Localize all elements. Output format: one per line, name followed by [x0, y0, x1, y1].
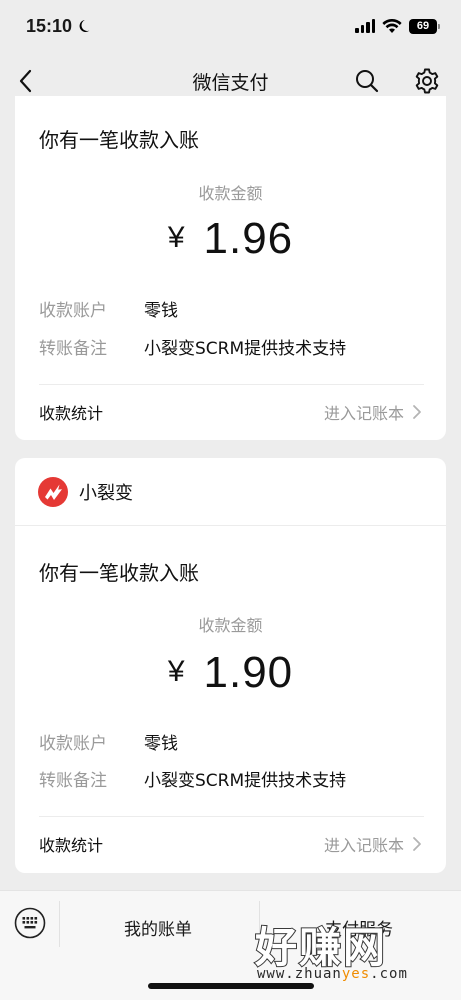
- status-indicators: 69: [355, 18, 440, 34]
- account-value: 零钱: [144, 734, 178, 754]
- payment-card-2[interactable]: 小裂变 你有一笔收款入账 收款金额 ¥1.90 收款账户 零钱 转账备注 小裂变…: [15, 458, 446, 873]
- watermark-url-highlight: yes: [341, 966, 371, 982]
- ledger-link[interactable]: 进入记账本: [324, 832, 422, 856]
- ledger-link[interactable]: 进入记账本: [324, 400, 422, 424]
- watermark-url-prefix: www.zhuan: [257, 966, 342, 982]
- currency-symbol: ¥: [167, 655, 186, 688]
- amount-number: 1.96: [203, 214, 294, 263]
- moon-icon: [79, 20, 90, 32]
- wechat-pay-screen: 15:10 69 微信支付 你有一笔收款入账 收款金额 ¥ 1.96 收款账户 …: [0, 0, 461, 1000]
- status-time: 15:10: [26, 16, 94, 37]
- wifi-icon: [382, 18, 402, 33]
- message-title: 你有一笔收款入账: [39, 128, 199, 152]
- battery-level: 69: [416, 19, 430, 32]
- gear-icon[interactable]: [413, 67, 441, 95]
- divider: [39, 384, 424, 385]
- time-text: 15:10: [26, 15, 73, 36]
- brand-logo-icon: [38, 476, 68, 507]
- message-title: 你有一笔收款入账: [39, 561, 199, 585]
- battery-indicator: 69: [409, 18, 440, 34]
- amount-label: 收款金额: [198, 184, 263, 203]
- remark-label: 转账备注: [39, 771, 107, 791]
- status-bar: 15:10 69: [0, 0, 461, 52]
- account-label: 收款账户: [39, 734, 107, 754]
- signal-icon: [355, 19, 375, 33]
- account-value: 零钱: [144, 301, 178, 321]
- ledger-link-row[interactable]: 收款统计 进入记账本: [15, 818, 446, 870]
- stats-label: 收款统计: [39, 836, 104, 855]
- home-indicator[interactable]: [148, 983, 314, 989]
- keyboard-icon[interactable]: [14, 907, 46, 939]
- chevron-left-icon[interactable]: [16, 67, 36, 95]
- divider: [39, 816, 424, 817]
- menu-item-my-bills[interactable]: 我的账单: [124, 915, 192, 940]
- menu-separator: [59, 901, 60, 947]
- amount-label: 收款金额: [198, 616, 263, 635]
- remark-label: 转账备注: [39, 339, 107, 359]
- search-icon[interactable]: [354, 68, 380, 94]
- chevron-right-icon: [413, 837, 421, 851]
- ledger-link-label: 进入记账本: [323, 404, 404, 423]
- stats-label: 收款统计: [39, 404, 104, 423]
- remark-value: 小裂变SCRM提供技术支持: [144, 771, 347, 791]
- remark-value: 小裂变SCRM提供技术支持: [144, 339, 347, 359]
- payment-card-1[interactable]: 你有一笔收款入账 收款金额 ¥1.96 收款账户 零钱 转账备注 小裂变SCRM…: [15, 96, 446, 440]
- amount-value: ¥1.90: [15, 648, 446, 698]
- page-title: 微信支付: [192, 71, 269, 94]
- account-label: 收款账户: [39, 301, 107, 321]
- brand-name: 小裂变: [79, 482, 133, 504]
- ledger-link-label: 进入记账本: [323, 836, 404, 855]
- watermark: 好赚网 www.zhuanyes.com: [254, 914, 441, 990]
- currency-symbol: ¥: [167, 221, 186, 254]
- card-header[interactable]: 小裂变: [15, 458, 446, 526]
- watermark-url-suffix: .com: [370, 966, 408, 982]
- chevron-right-icon: [413, 405, 421, 419]
- amount-value: ¥1.96: [15, 214, 446, 264]
- watermark-url: www.zhuanyes.com: [257, 966, 408, 982]
- ledger-link-row[interactable]: 收款统计 进入记账本: [15, 386, 446, 438]
- amount-number: 1.90: [203, 648, 294, 697]
